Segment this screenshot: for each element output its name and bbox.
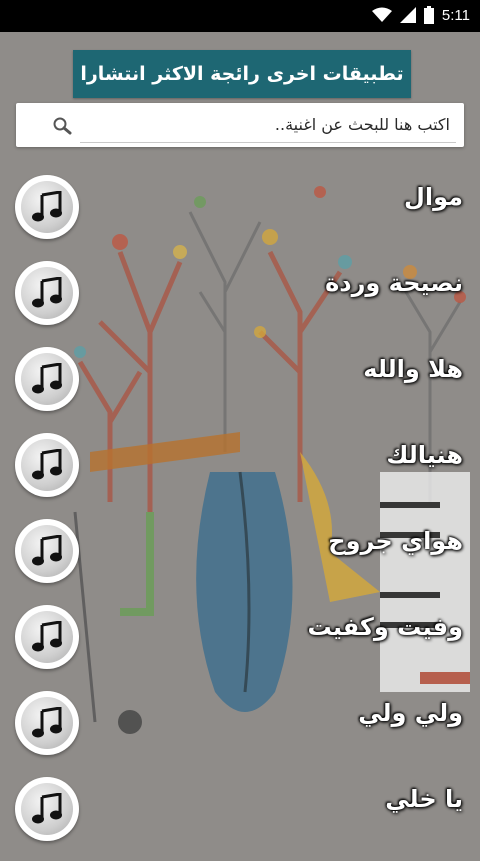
play-button[interactable]	[15, 175, 79, 239]
music-note-icon	[21, 611, 73, 663]
music-note-icon	[21, 267, 73, 319]
promo-apps-button[interactable]: تطبيقات اخرى رائجة الاكثر انتشارا	[73, 50, 411, 98]
song-title: موال	[404, 183, 463, 211]
search-input[interactable]	[80, 111, 450, 137]
song-title: يا خلي	[385, 785, 463, 813]
play-button[interactable]	[15, 605, 79, 669]
music-note-icon	[21, 525, 73, 577]
music-note-icon	[21, 783, 73, 835]
wifi-icon	[371, 7, 392, 22]
song-title: وفيت وكفيت	[307, 613, 463, 641]
search-underline	[80, 142, 456, 143]
list-item[interactable]: هواي جروح	[0, 507, 480, 593]
play-button[interactable]	[15, 347, 79, 411]
status-icons: 5:11	[371, 6, 470, 24]
song-title: هنيالك	[386, 441, 463, 469]
song-title: ولي ولي	[358, 699, 463, 727]
music-note-icon	[21, 439, 73, 491]
list-item[interactable]: ولي ولي	[0, 679, 480, 765]
play-button[interactable]	[15, 519, 79, 583]
search-box	[16, 103, 464, 147]
play-button[interactable]	[15, 433, 79, 497]
signal-icon	[399, 7, 416, 23]
list-item[interactable]: نصيحة وردة	[0, 249, 480, 335]
song-title: هواي جروح	[328, 527, 463, 555]
list-item[interactable]: هنيالك	[0, 421, 480, 507]
song-title: نصيحة وردة	[325, 269, 463, 297]
status-bar: 5:11	[0, 0, 480, 32]
play-button[interactable]	[15, 777, 79, 841]
search-icon[interactable]	[52, 117, 72, 135]
play-button[interactable]	[15, 261, 79, 325]
status-time: 5:11	[441, 6, 470, 24]
song-title: هلا والله	[363, 355, 463, 383]
list-item[interactable]: موال	[0, 163, 480, 249]
list-item[interactable]: يا خلي	[0, 765, 480, 851]
list-item[interactable]: وفيت وكفيت	[0, 593, 480, 679]
play-button[interactable]	[15, 691, 79, 755]
music-note-icon	[21, 353, 73, 405]
list-item[interactable]: هلا والله	[0, 335, 480, 421]
music-note-icon	[21, 697, 73, 749]
music-note-icon	[21, 181, 73, 233]
battery-icon	[423, 6, 434, 24]
